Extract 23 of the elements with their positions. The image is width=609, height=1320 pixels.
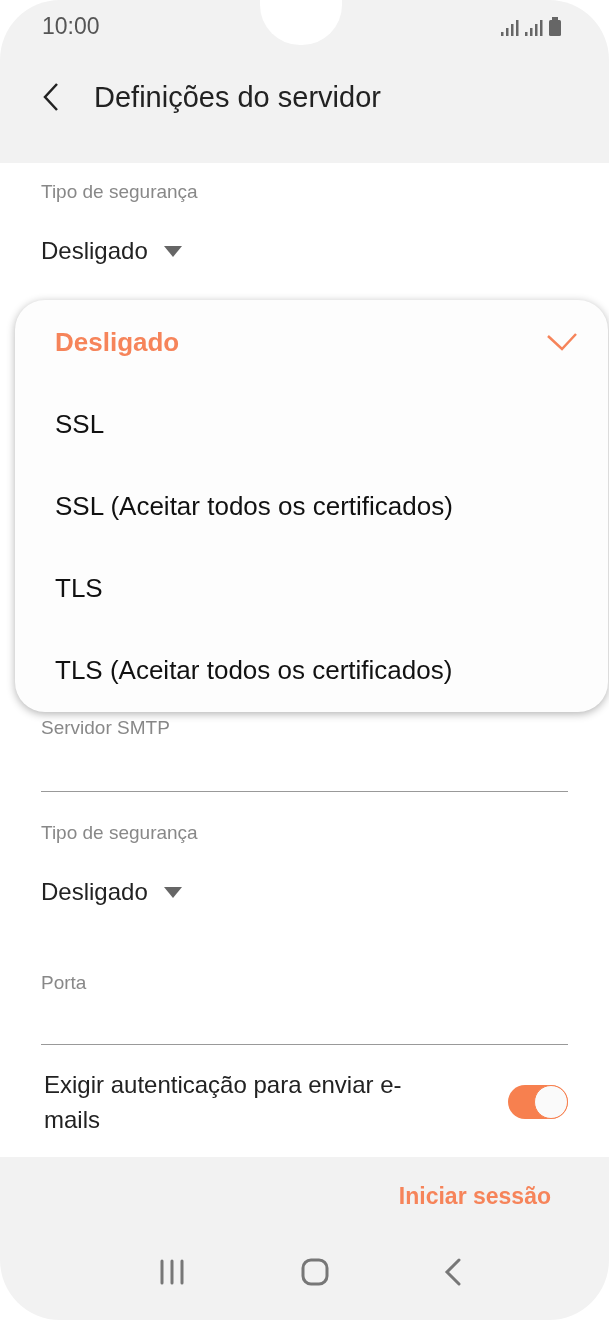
setting-label: Exigir autenticação para enviar e-mails bbox=[44, 1070, 403, 1135]
dropdown-caret-icon bbox=[163, 245, 182, 257]
check-icon bbox=[546, 332, 578, 352]
screen-title: Definições do servidor bbox=[94, 80, 381, 114]
back-nav-icon[interactable] bbox=[443, 1258, 462, 1286]
toggle-switch[interactable] bbox=[508, 1085, 568, 1119]
menu-item[interactable]: TLS bbox=[15, 547, 608, 629]
field-label: Porta bbox=[41, 972, 88, 994]
field-label: Servidor SMTP bbox=[41, 717, 171, 739]
menu-item[interactable]: SSL bbox=[15, 383, 608, 465]
battery-icon bbox=[549, 16, 561, 36]
security-dropdown[interactable]: Desligado bbox=[41, 878, 182, 906]
security-dropdown[interactable]: Desligado bbox=[41, 237, 182, 265]
field-label: Tipo de segurança bbox=[41, 822, 199, 844]
menu-item[interactable]: SSL (Aceitar todos os certificados) bbox=[15, 465, 608, 547]
back-icon[interactable] bbox=[42, 82, 60, 112]
menu-item[interactable]: TLS (Aceitar todos os certificados) bbox=[15, 629, 608, 711]
signal-icon bbox=[525, 19, 543, 36]
signal-icon bbox=[501, 19, 519, 36]
dropdown-caret-icon bbox=[163, 886, 182, 898]
status-time: 10:00 bbox=[42, 12, 100, 40]
home-icon[interactable] bbox=[300, 1258, 329, 1286]
field-label: Tipo de segurança bbox=[41, 181, 199, 203]
